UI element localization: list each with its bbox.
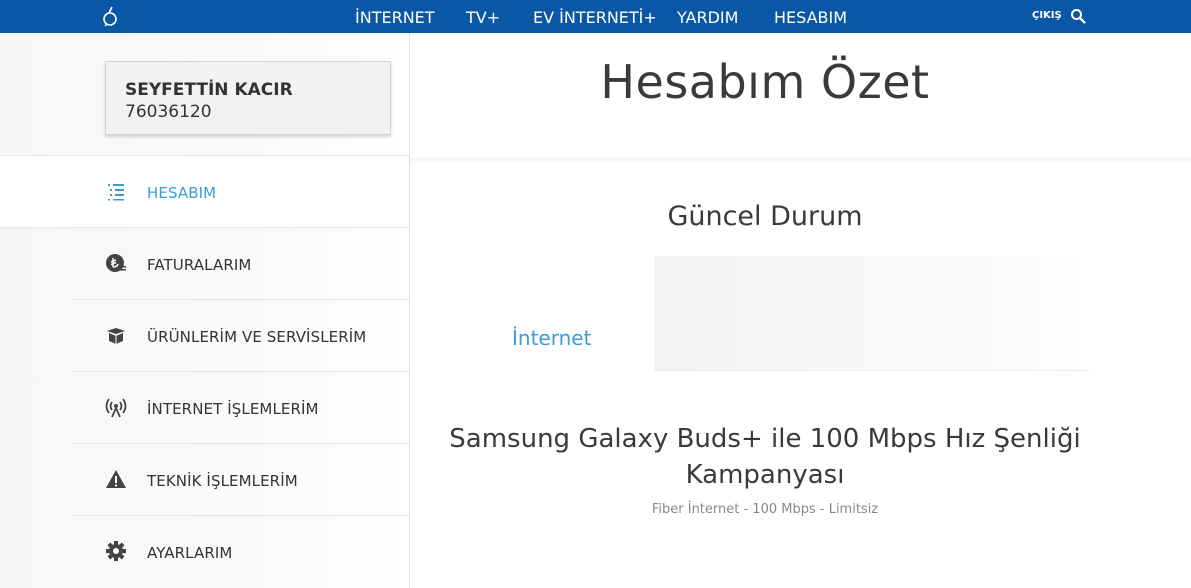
brand-logo-icon[interactable] [100,4,120,28]
nav-yardim[interactable]: YARDIM [677,8,738,27]
nav-internet[interactable]: İNTERNET [355,8,435,27]
nav-ev-interneti[interactable]: EV İNTERNETİ+ [533,8,657,27]
sidebar: SEYFETTİN KACIR 76036120 HESABIM FATURAL… [0,33,410,588]
sidebar-item-hesabim[interactable]: HESABIM [0,155,409,227]
tab-internet[interactable]: İnternet [512,326,591,350]
broadcast-icon [105,398,127,418]
sidebar-border [409,33,410,588]
sidebar-item-urunlerim[interactable]: ÜRÜNLERİM VE SERVİSLERİM [0,300,409,371]
user-number: 76036120 [125,102,212,122]
gear-icon [106,541,126,561]
box-icon [107,328,125,344]
sidebar-item-internet-islemlerim[interactable]: İNTERNET İŞLEMLERİM [0,372,409,443]
user-card: SEYFETTİN KACIR 76036120 [105,61,391,135]
sidebar-item-label: İNTERNET İŞLEMLERİM [147,400,319,418]
sidebar-item-label: AYARLARIM [147,544,233,562]
nav-hesabim[interactable]: HESABIM [774,8,847,27]
nav-tv[interactable]: TV+ [466,8,500,27]
section-title: Güncel Durum [667,201,863,232]
lira-coin-icon [106,254,126,272]
top-navigation-bar: İNTERNET TV+ EV İNTERNETİ+ YARDIM HESABI… [0,0,1191,33]
sidebar-item-teknik-islemlerim[interactable]: TEKNİK İŞLEMLERİM [0,444,409,515]
page-title: Hesabım Özet [600,55,930,109]
status-panel [654,256,1089,371]
sidebar-item-faturalarim[interactable]: FATURALARIM [0,228,409,299]
campaign-subtitle: Fiber İnternet - 100 Mbps - Limitsiz [651,502,879,517]
sidebar-item-label: TEKNİK İŞLEMLERİM [147,472,298,490]
campaign-title: Samsung Galaxy Buds+ ile 100 Mbps Hız Şe… [449,424,1081,490]
search-icon[interactable] [1070,8,1086,24]
user-name: SEYFETTİN KACIR [125,80,293,100]
list-icon [108,184,124,201]
warning-icon [106,470,126,488]
sidebar-item-ayarlarim[interactable]: AYARLARIM [0,516,409,587]
sidebar-item-label: FATURALARIM [147,256,252,274]
sidebar-item-label: HESABIM [147,184,217,202]
logout-link[interactable]: ÇIKIŞ [1032,10,1062,21]
title-divider [410,158,1191,164]
sidebar-item-label: ÜRÜNLERİM VE SERVİSLERİM [147,328,367,346]
